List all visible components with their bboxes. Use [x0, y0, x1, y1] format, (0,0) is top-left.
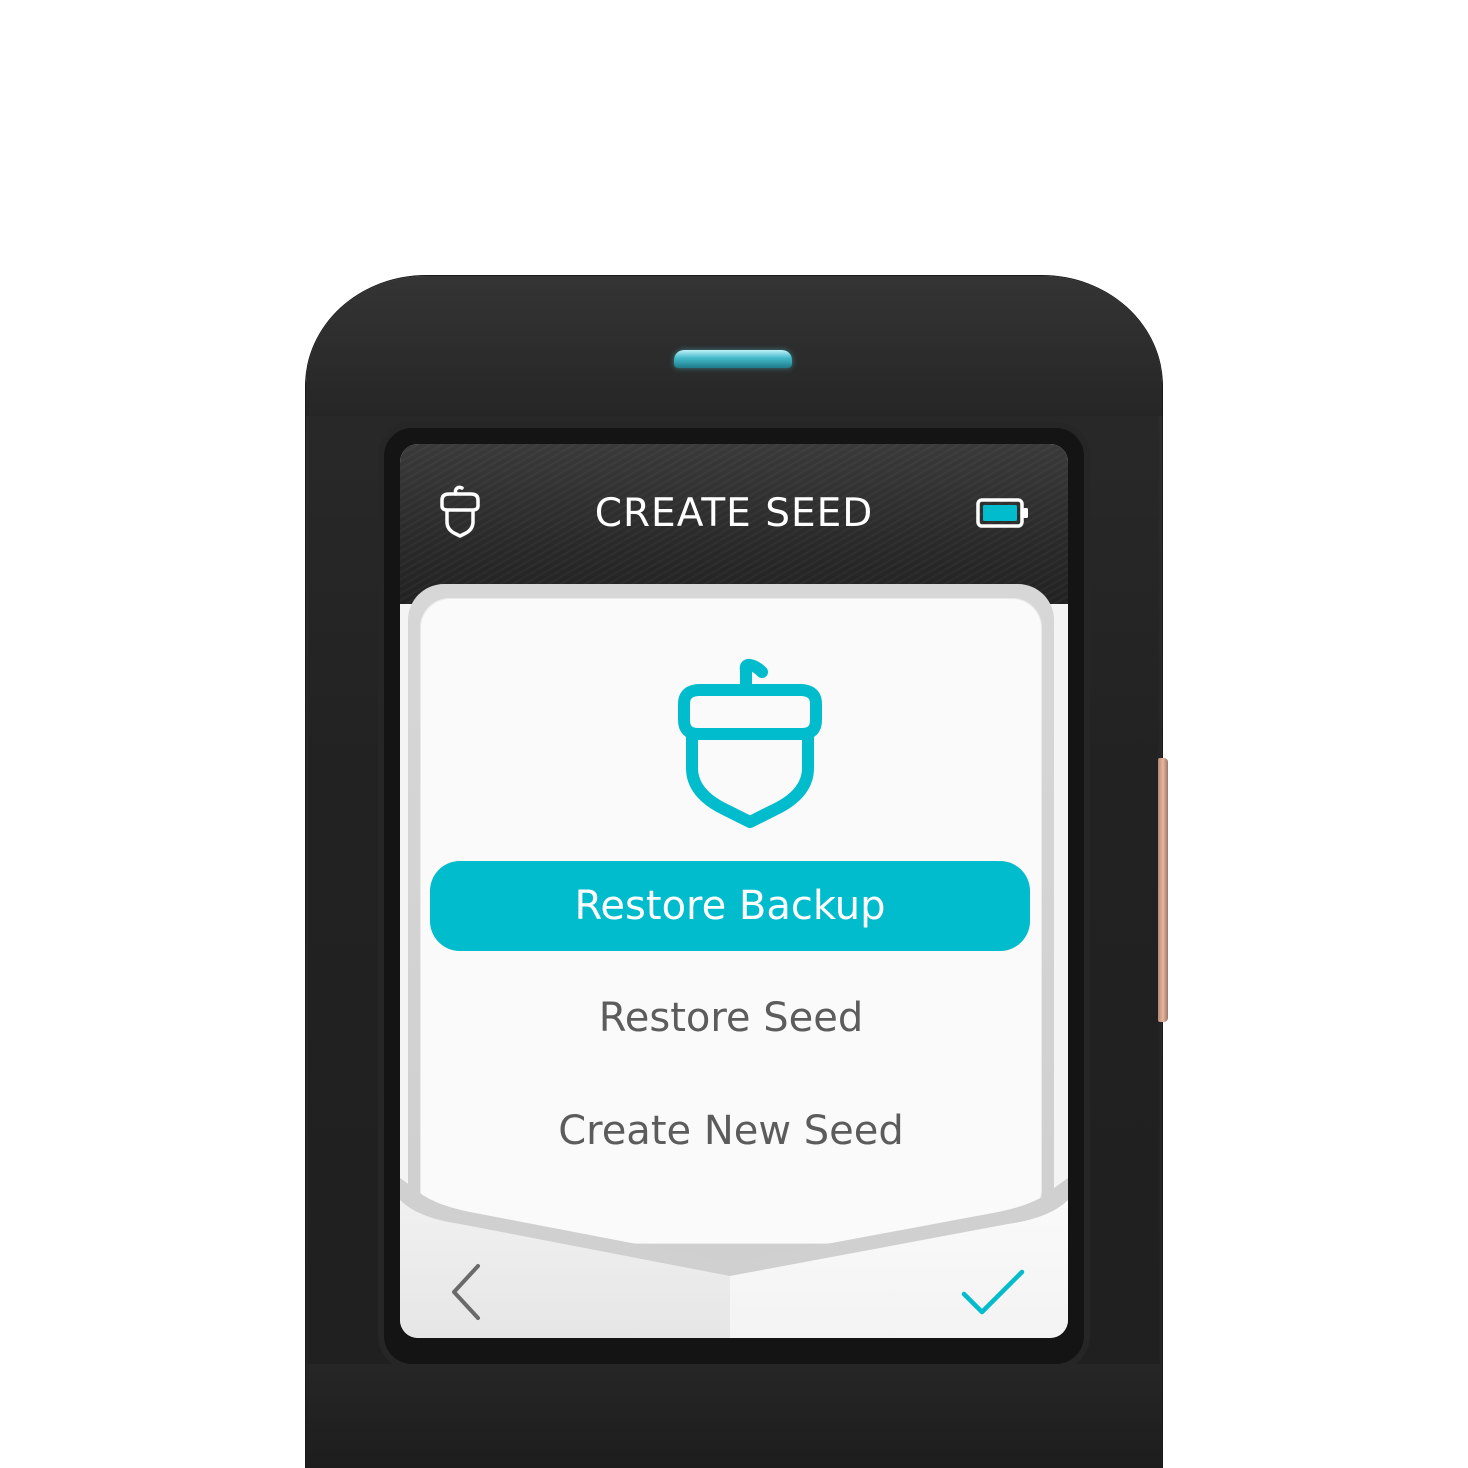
- status-led: [674, 350, 792, 368]
- device-lower-body: [306, 1364, 1162, 1468]
- acorn-icon: [678, 659, 822, 828]
- top-bar: CREATE SEED: [400, 444, 1068, 604]
- checkmark-icon[interactable]: [960, 1266, 1026, 1318]
- restore-seed-option[interactable]: Restore Seed: [420, 988, 1042, 1048]
- create-new-seed-option[interactable]: Create New Seed: [420, 1101, 1042, 1161]
- device-screen: CREATE SEED Restore Backup Restore Seed …: [400, 444, 1068, 1338]
- product-render: CREATE SEED Restore Backup Restore Seed …: [0, 0, 1468, 1468]
- menu-card: Restore Backup Restore Seed Create New S…: [420, 598, 1042, 1244]
- restore-backup-button[interactable]: Restore Backup: [430, 861, 1030, 951]
- side-button[interactable]: [1158, 758, 1168, 1022]
- device-top-facet: [306, 276, 1162, 416]
- chevron-left-icon[interactable]: [442, 1260, 490, 1324]
- page-title: CREATE SEED: [594, 491, 874, 536]
- battery-icon: [976, 498, 1028, 528]
